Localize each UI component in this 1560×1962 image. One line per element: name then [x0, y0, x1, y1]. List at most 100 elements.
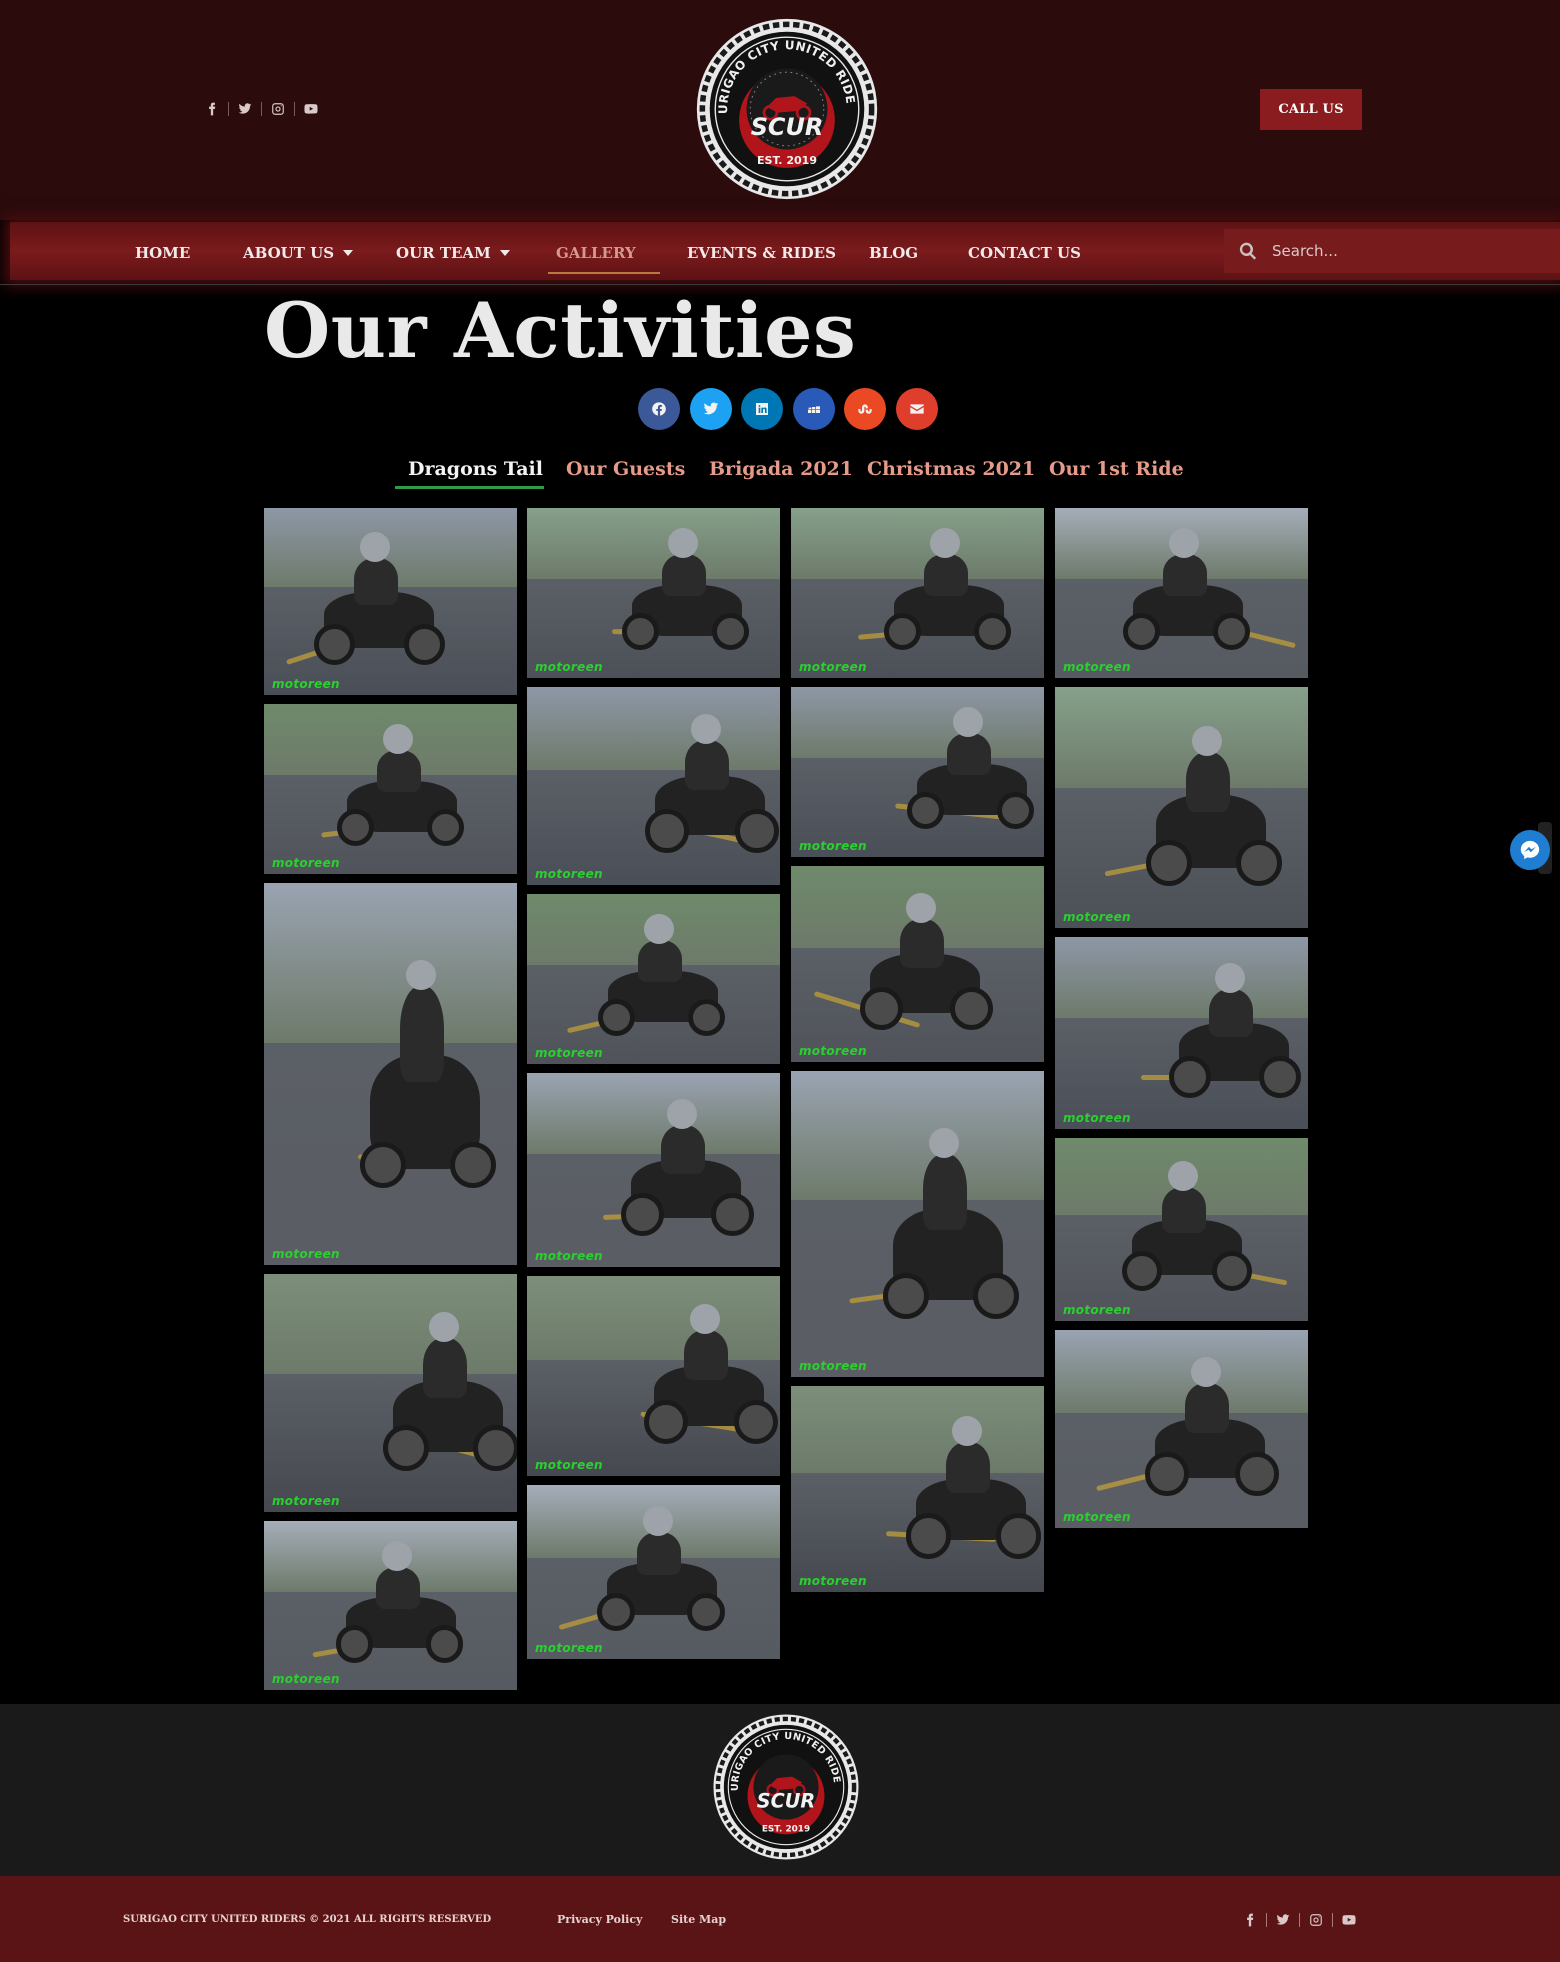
rider [400, 986, 444, 1082]
nav-item-label: EVENTS & RIDES [687, 244, 836, 262]
helmet [644, 913, 674, 944]
tab-dragons-tail[interactable]: Dragons Tail [408, 458, 543, 480]
gallery-photo[interactable]: motoreen [527, 687, 780, 885]
nav-item-home[interactable]: HOME [135, 244, 190, 262]
gallery-photo[interactable]: motoreen [1055, 687, 1308, 928]
photo-watermark: motoreen [799, 1574, 867, 1588]
main-navigation: HOME ABOUT US OUR TEAM GALLERY EVENTS & … [0, 220, 1560, 285]
rider [661, 1125, 705, 1174]
wheel [383, 1424, 429, 1471]
wheel [883, 1272, 929, 1319]
wheel [404, 623, 446, 665]
photo-watermark: motoreen [535, 1458, 603, 1472]
photo-background [527, 1073, 780, 1155]
wheel [360, 1141, 406, 1188]
gallery-photo[interactable]: motoreen [791, 1386, 1044, 1592]
caret-down-icon [499, 250, 510, 256]
photo-watermark: motoreen [799, 1359, 867, 1373]
gallery-photo[interactable]: motoreen [791, 508, 1044, 678]
photo-watermark: motoreen [1063, 1111, 1131, 1125]
divider [1299, 1913, 1300, 1927]
gallery-photo[interactable]: motoreen [527, 508, 780, 678]
gallery-photo[interactable]: motoreen [791, 687, 1044, 857]
gallery-photo[interactable]: motoreen [527, 1073, 780, 1267]
gallery-photo[interactable]: motoreen [264, 1274, 517, 1512]
rider [947, 732, 991, 776]
tab-brigada-2021[interactable]: Brigada 2021 [709, 458, 853, 480]
photo-background [1055, 687, 1308, 789]
helmet [690, 1304, 720, 1334]
twitter-icon[interactable] [1275, 1912, 1291, 1928]
rider [376, 1566, 420, 1609]
linkedin-share-button[interactable] [741, 388, 783, 430]
facebook-icon [652, 402, 666, 416]
privacy-policy-link[interactable]: Privacy Policy [557, 1913, 642, 1926]
stumbleupon-share-button[interactable] [844, 388, 886, 430]
gallery-photo[interactable]: motoreen [1055, 1138, 1308, 1321]
nav-item-blog[interactable]: BLOG [869, 244, 918, 262]
facebook-icon[interactable] [204, 101, 220, 117]
twitter-icon[interactable] [237, 101, 253, 117]
myspace-share-button[interactable] [792, 388, 835, 430]
search-icon[interactable] [1238, 241, 1258, 261]
instagram-icon[interactable] [1308, 1912, 1324, 1928]
photo-background [791, 687, 1044, 759]
gallery-photo[interactable]: motoreen [264, 883, 517, 1265]
messenger-chat-button[interactable] [1510, 830, 1550, 870]
tab-christmas-2021[interactable]: Christmas 2021 [867, 458, 1035, 480]
nav-item-our-team[interactable]: OUR TEAM [396, 244, 510, 262]
youtube-icon[interactable] [303, 101, 319, 117]
helmet [406, 960, 436, 991]
nav-divider [0, 284, 1560, 285]
wheel [734, 1399, 778, 1444]
caret-down-icon [343, 250, 354, 256]
gallery-photo[interactable]: motoreen [527, 1276, 780, 1476]
nav-item-about-us[interactable]: ABOUT US [243, 244, 354, 262]
photo-background [527, 1276, 780, 1360]
rider [684, 1330, 728, 1380]
email-share-button[interactable] [895, 388, 938, 430]
wheel [473, 1424, 517, 1471]
youtube-icon[interactable] [1341, 1912, 1357, 1928]
rider [662, 553, 706, 597]
logo-bottom-text: EST. 2019 [757, 154, 817, 167]
wheel [621, 1192, 664, 1236]
nav-item-events-rides[interactable]: EVENTS & RIDES [687, 244, 836, 262]
nav-item-label: BLOG [869, 244, 919, 262]
gallery-photo[interactable]: motoreen [791, 1071, 1044, 1377]
call-us-button[interactable]: CALL US [1260, 89, 1362, 130]
gallery-photo[interactable]: motoreen [527, 894, 780, 1064]
gallery-photo[interactable]: motoreen [264, 1521, 517, 1690]
rider [423, 1338, 467, 1398]
instagram-icon[interactable] [270, 101, 286, 117]
gallery-photo[interactable]: motoreen [264, 508, 517, 695]
nav-item-contact-us[interactable]: CONTACT US [968, 244, 1081, 262]
search-input[interactable] [1272, 242, 1552, 260]
site-logo[interactable]: SURIGAO CITY UNITED RIDERS SCUR EST. 201… [690, 6, 879, 201]
wheel [1169, 1055, 1212, 1098]
header-social-links [196, 99, 327, 119]
facebook-icon[interactable] [1242, 1912, 1258, 1928]
twitter-share-button[interactable] [689, 388, 732, 430]
wheel [426, 1625, 464, 1663]
divider [1266, 1913, 1267, 1927]
gallery-photo[interactable]: motoreen [1055, 937, 1308, 1129]
site-map-link[interactable]: Site Map [671, 1913, 726, 1926]
rider [1209, 988, 1253, 1037]
tab-our-guests[interactable]: Our Guests [566, 458, 685, 480]
gallery-photo[interactable]: motoreen [264, 704, 517, 874]
divider [261, 102, 262, 116]
gallery-photo[interactable]: motoreen [527, 1485, 780, 1659]
gallery-photo[interactable]: motoreen [1055, 508, 1308, 678]
gallery-photo[interactable]: motoreen [791, 866, 1044, 1062]
gallery-photo[interactable]: motoreen [1055, 1330, 1308, 1528]
divider [228, 102, 229, 116]
messenger-icon [1520, 840, 1540, 860]
nav-item-gallery[interactable]: GALLERY [556, 244, 636, 262]
wheel [1236, 840, 1282, 887]
facebook-share-button[interactable] [638, 388, 680, 430]
nav-item-label: HOME [135, 244, 191, 262]
footer-logo[interactable]: SURIGAO CITY UNITED RIDERS SCUR EST. 201… [708, 1705, 860, 1861]
nav-bar: HOME ABOUT US OUR TEAM GALLERY EVENTS & … [10, 222, 1560, 280]
tab-our-1st-ride[interactable]: Our 1st Ride [1049, 458, 1184, 480]
